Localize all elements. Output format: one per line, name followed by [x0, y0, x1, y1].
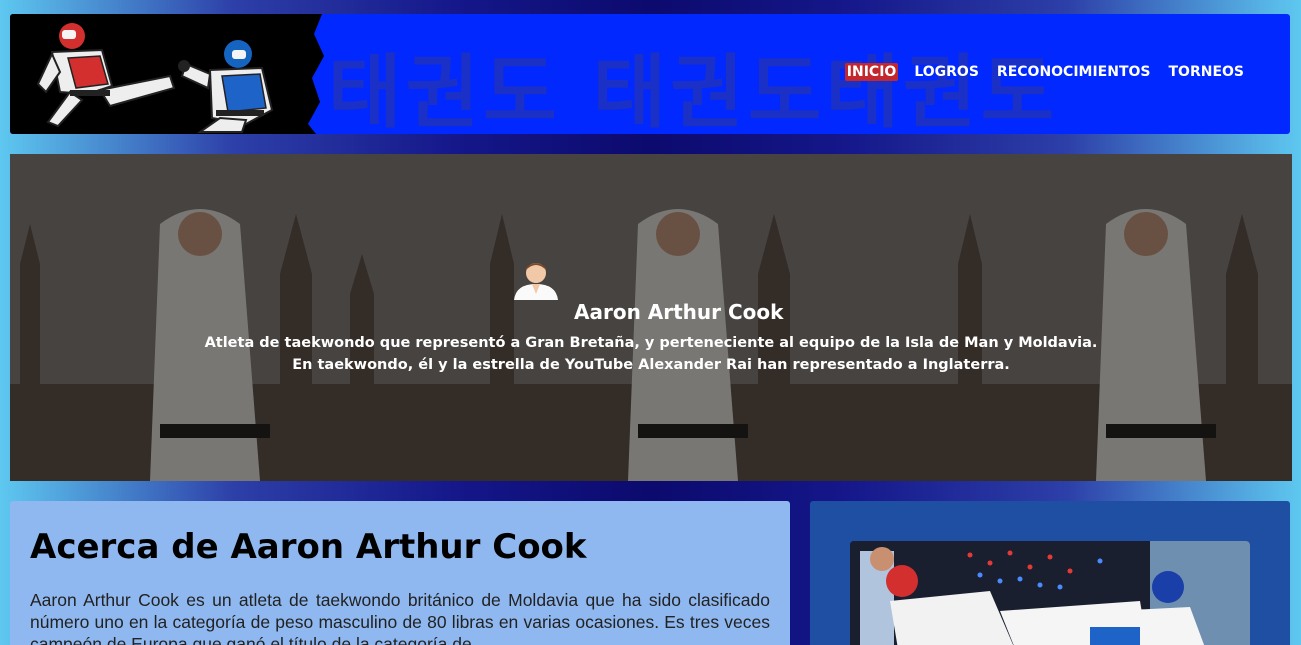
fight-photo [850, 541, 1250, 645]
about-section: Acerca de Aaron Arthur Cook Aaron Arthur… [10, 501, 790, 645]
hero-description: Atleta de taekwondo que representó a Gra… [10, 332, 1292, 376]
nav-item-inicio[interactable]: INICIO [844, 63, 899, 81]
side-panel [810, 501, 1290, 645]
nav-item-reconocimientos[interactable]: RECONOCIMIENTOS [995, 63, 1153, 81]
main-nav: INICIO LOGROS RECONOCIMIENTOS TORNEOS [844, 63, 1247, 81]
hero-description-line: En taekwondo, él y la estrella de YouTub… [292, 357, 1010, 373]
taekwondo-fighters-icon [36, 23, 274, 133]
hero-banner: Aaron Arthur Cook Atleta de taekwondo qu… [10, 154, 1292, 481]
nav-item-logros[interactable]: LOGROS [912, 63, 981, 81]
fight-photo-image [850, 541, 1250, 645]
about-title: Acerca de Aaron Arthur Cook [30, 527, 587, 567]
site-header: 태권도 태권도태권도 INICIO LOGROS RECONOCIMIENTOS… [10, 14, 1290, 134]
hero-athlete-name: Aaron Arthur Cook [574, 300, 784, 324]
athlete-avatar-icon [514, 263, 558, 300]
korean-watermark: 태권도 태권도태권도 [328, 46, 1059, 134]
nav-item-torneos[interactable]: TORNEOS [1167, 63, 1247, 81]
taekwondo-logo[interactable] [10, 14, 324, 134]
hero-description-line: Atleta de taekwondo que representó a Gra… [204, 335, 1098, 351]
about-body: Aaron Arthur Cook es un atleta de taekwo… [30, 590, 770, 645]
